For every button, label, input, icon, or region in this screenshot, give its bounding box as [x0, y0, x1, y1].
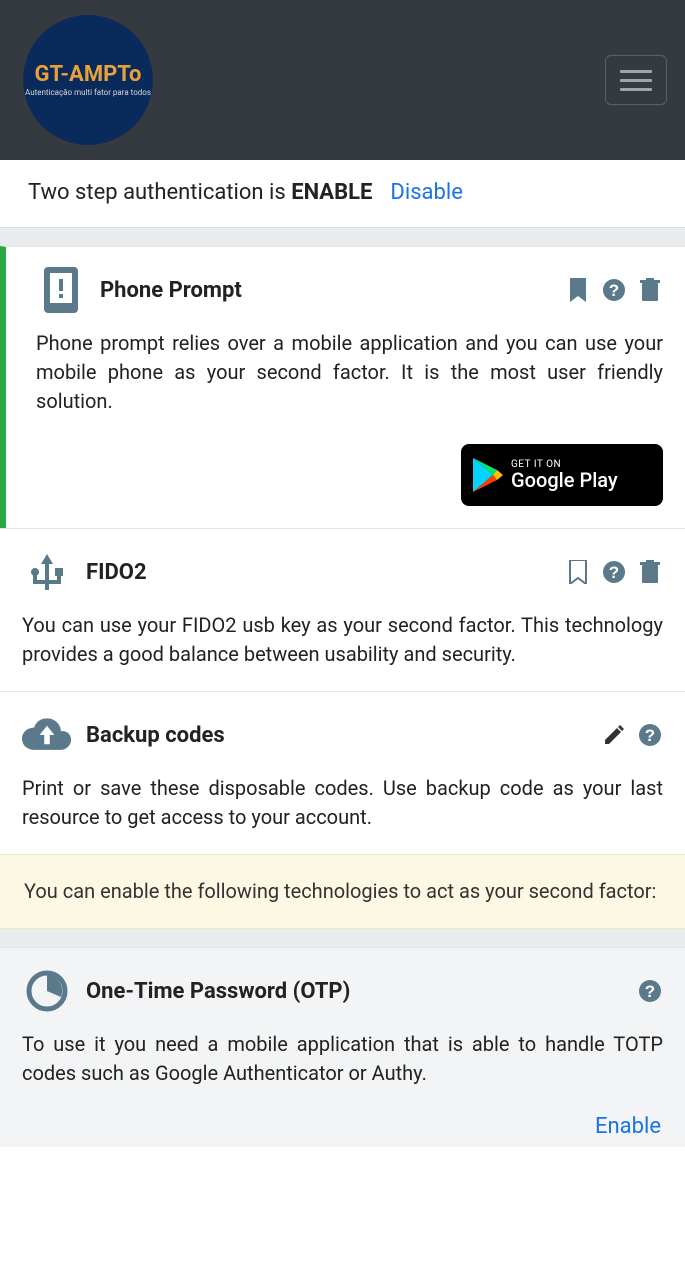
- card-actions: ?: [565, 277, 663, 303]
- card-actions: ?: [601, 722, 663, 748]
- hamburger-menu-button[interactable]: [605, 55, 667, 105]
- google-play-badge[interactable]: GET IT ON Google Play: [461, 444, 663, 506]
- hamburger-bar-icon: [620, 70, 652, 73]
- google-play-row: GET IT ON Google Play: [36, 444, 663, 506]
- card-title: Backup codes: [86, 723, 601, 748]
- divider: [0, 929, 685, 947]
- enable-otp-link[interactable]: Enable: [595, 1114, 661, 1139]
- help-icon[interactable]: ?: [637, 978, 663, 1004]
- svg-text:?: ?: [645, 982, 655, 1001]
- status-state: ENABLE: [291, 180, 372, 205]
- logo-title: GT-AMPTo: [35, 62, 142, 87]
- help-icon[interactable]: ?: [637, 722, 663, 748]
- divider: [0, 228, 685, 246]
- hamburger-bar-icon: [620, 88, 652, 91]
- navbar: GT-AMPTo Autenticação multi fator para t…: [0, 0, 685, 160]
- svg-text:?: ?: [609, 281, 619, 300]
- method-card-otp: One-Time Password (OTP) ? To use it you …: [0, 947, 685, 1110]
- bookmark-filled-icon[interactable]: [565, 277, 591, 303]
- status-prefix: Two step authentication is: [28, 180, 291, 205]
- card-description: You can use your FIDO2 usb key as your s…: [22, 611, 663, 669]
- help-icon[interactable]: ?: [601, 559, 627, 585]
- logo-subtitle: Autenticação multi fator para todos: [25, 89, 151, 98]
- card-header: FIDO2 ?: [22, 547, 663, 597]
- card-header: Phone Prompt ?: [36, 265, 663, 315]
- bookmark-outline-icon[interactable]: [565, 559, 591, 585]
- cloud-upload-icon: [22, 710, 72, 760]
- trash-icon[interactable]: [637, 277, 663, 303]
- help-icon[interactable]: ?: [601, 277, 627, 303]
- app-logo[interactable]: GT-AMPTo Autenticação multi fator para t…: [23, 15, 153, 145]
- google-play-icon: [473, 458, 503, 492]
- card-title: FIDO2: [86, 560, 565, 585]
- card-actions: ?: [637, 978, 663, 1004]
- svg-text:?: ?: [609, 563, 619, 582]
- two-step-status-row: Two step authentication is ENABLE Disabl…: [0, 160, 685, 228]
- status-text: Two step authentication is ENABLE: [28, 180, 372, 205]
- card-title: One-Time Password (OTP): [86, 979, 637, 1004]
- card-title: Phone Prompt: [100, 278, 565, 303]
- phone-info-icon: [36, 265, 86, 315]
- card-header: Backup codes ?: [22, 710, 663, 760]
- method-card-backup-codes: Backup codes ? Print or save these dispo…: [0, 691, 685, 854]
- available-method-section: One-Time Password (OTP) ? To use it you …: [0, 947, 685, 1147]
- card-header: One-Time Password (OTP) ?: [22, 966, 663, 1016]
- available-methods-notice: You can enable the following technologie…: [0, 854, 685, 929]
- google-play-text: GET IT ON Google Play: [511, 460, 618, 490]
- edit-pencil-icon[interactable]: [601, 722, 627, 748]
- card-actions: ?: [565, 559, 663, 585]
- trash-icon[interactable]: [637, 559, 663, 585]
- disable-two-step-link[interactable]: Disable: [390, 180, 462, 205]
- card-description: Print or save these disposable codes. Us…: [22, 774, 663, 832]
- app-frame: GT-AMPTo Autenticação multi fator para t…: [0, 0, 685, 1277]
- clock-timelapse-icon: [22, 966, 72, 1016]
- usb-icon: [22, 547, 72, 597]
- card-description: Phone prompt relies over a mobile applic…: [36, 329, 663, 416]
- enable-row: Enable: [0, 1110, 685, 1147]
- hamburger-bar-icon: [620, 79, 652, 82]
- svg-text:?: ?: [645, 726, 655, 745]
- method-card-fido2: FIDO2 ? You can use your FIDO2 usb key a…: [0, 528, 685, 691]
- badge-big-text: Google Play: [511, 470, 618, 490]
- card-description: To use it you need a mobile application …: [22, 1030, 663, 1088]
- method-card-phone-prompt: Phone Prompt ? Phone prompt relies over …: [0, 246, 685, 528]
